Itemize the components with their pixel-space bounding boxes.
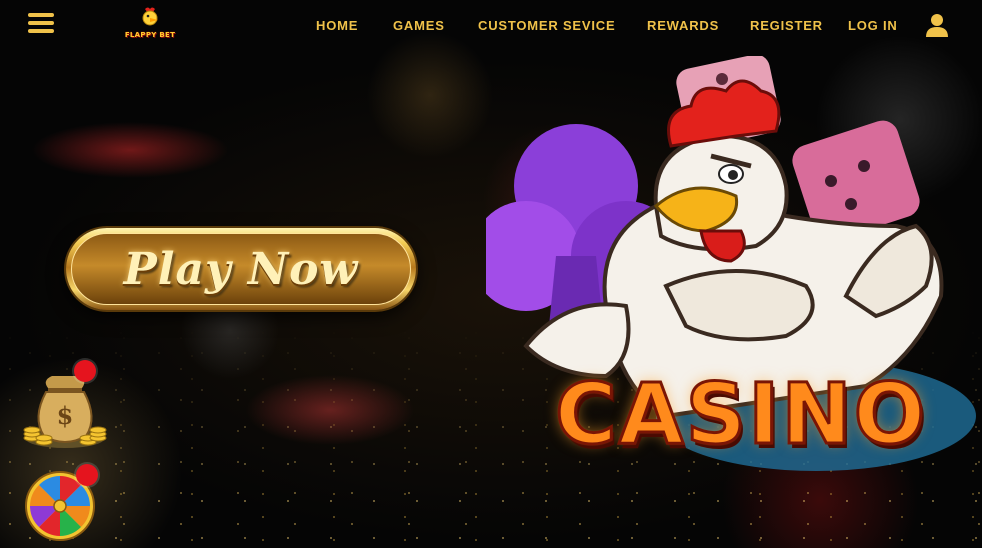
play-now-label: Play Now [123,243,359,295]
svg-text:$: $ [57,401,74,430]
nav-log-in[interactable]: LOG IN [848,18,898,33]
nav-home[interactable]: HOME [316,18,358,33]
nav-rewards[interactable]: REWARDS [647,18,719,33]
play-now-button[interactable]: Play Now [66,228,416,310]
notification-dot [76,464,98,486]
nav-games[interactable]: GAMES [393,18,445,33]
top-navigation-bar: FLAPPY BET HOME GAMES CUSTOMER SEVICE RE… [0,0,982,52]
user-account-icon[interactable] [923,11,951,39]
notification-dot [74,360,96,382]
money-bag-bonus-widget[interactable]: $ [22,358,108,452]
nav-register[interactable]: REGISTER [750,18,823,33]
casino-marquee-title: CASINO [553,364,928,465]
nav-customer-service[interactable]: CUSTOMER SEVICE [478,18,615,33]
lucky-wheel-widget[interactable] [22,462,102,542]
main-nav: HOME GAMES CUSTOMER SEVICE REWARDS REGIS… [0,18,982,34]
